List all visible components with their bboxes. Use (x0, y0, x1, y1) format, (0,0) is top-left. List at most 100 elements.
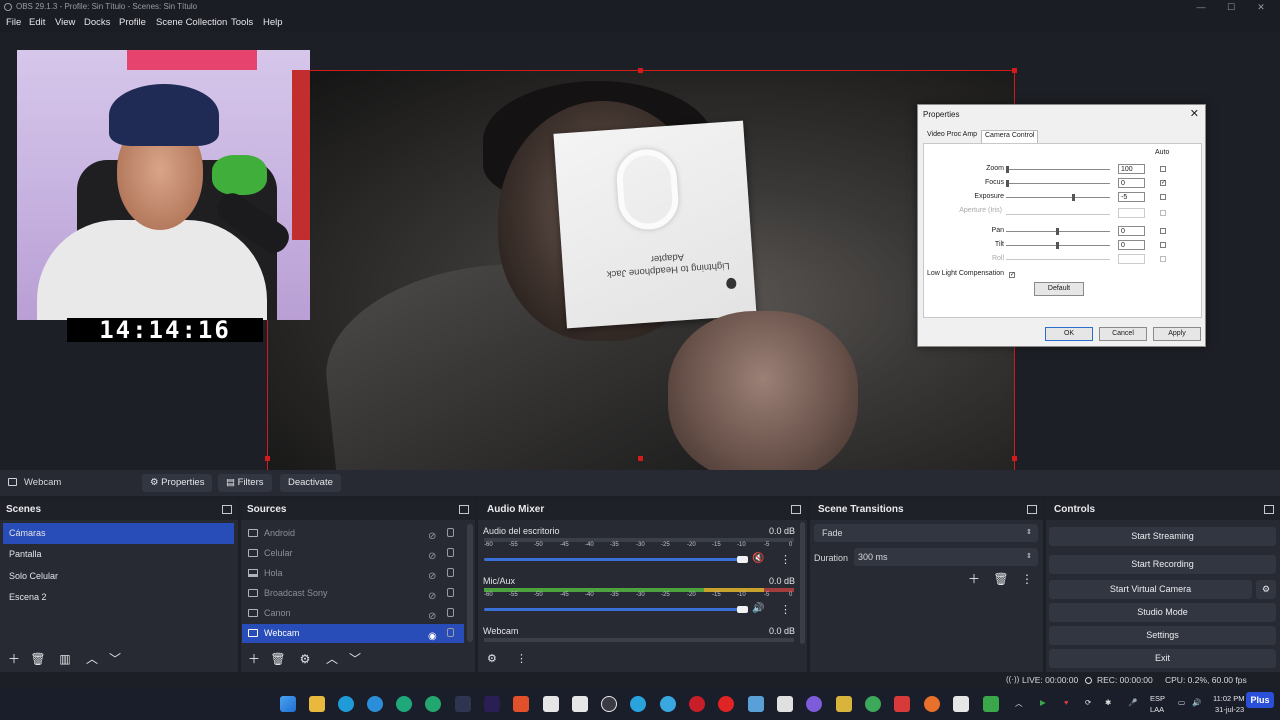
source-item[interactable]: Android ⊘ (242, 524, 464, 543)
scene-filters-icon[interactable]: ▥ (56, 650, 74, 668)
add-transition-icon[interactable]: ＋ (965, 570, 983, 588)
transform-handle[interactable] (1012, 456, 1017, 461)
volume-slider-thumb[interactable] (737, 556, 748, 563)
edge-canary-icon[interactable] (425, 696, 441, 712)
menu-view[interactable]: View (55, 17, 75, 28)
mixer-menu-icon[interactable]: ⋮ (516, 652, 527, 665)
scene-item[interactable]: Escena 2 (3, 587, 234, 608)
edge-beta-icon[interactable] (367, 696, 383, 712)
pan-auto-checkbox[interactable] (1160, 228, 1166, 234)
menu-docks[interactable]: Docks (84, 17, 110, 28)
menu-profile[interactable]: Profile (119, 17, 146, 28)
properties-button[interactable]: ⚙ Properties (142, 474, 213, 492)
default-button[interactable]: Default (1034, 282, 1084, 296)
pan-value[interactable]: 0 (1118, 226, 1145, 236)
zoom-slider-thumb[interactable] (1006, 166, 1009, 173)
lock-icon[interactable] (447, 568, 454, 577)
brave-icon[interactable] (513, 696, 529, 712)
settings-button[interactable]: Settings (1049, 626, 1276, 645)
discord-icon[interactable] (806, 696, 822, 712)
filters-button[interactable]: ▤ Filters (218, 474, 272, 492)
kebab-menu-icon[interactable]: ⋮ (780, 553, 791, 566)
advanced-audio-icon[interactable]: ⚙ (487, 652, 497, 665)
low-light-checkbox[interactable]: ✓ (1009, 272, 1015, 278)
undock-icon[interactable] (1027, 505, 1037, 514)
close-icon[interactable]: ✕ (1190, 107, 1199, 120)
clock-date[interactable]: 31-jul-23 (1215, 705, 1244, 714)
close-window-button[interactable]: ✕ (1246, 0, 1276, 14)
remove-transition-icon[interactable]: 🗑 (992, 570, 1010, 588)
remove-source-icon[interactable]: 🗑 (269, 650, 287, 668)
muted-speaker-icon[interactable]: 🔇 (752, 553, 764, 564)
mixer-scrollbar[interactable] (800, 522, 805, 644)
messenger-icon[interactable] (660, 696, 676, 712)
menu-tools[interactable]: Tools (231, 17, 253, 28)
tray-overflow-icon[interactable]: ︿ (1015, 698, 1023, 709)
transform-handle[interactable] (638, 456, 643, 461)
volume-slider[interactable] (484, 558, 742, 561)
spinner-icon[interactable]: ⇕ (1026, 548, 1032, 566)
duration-input[interactable]: 300 ms ⇕ (854, 548, 1038, 566)
tilt-value[interactable]: 0 (1118, 240, 1145, 250)
maximize-button[interactable]: ☐ (1216, 0, 1246, 14)
tilt-slider-thumb[interactable] (1056, 242, 1059, 249)
undock-icon[interactable] (222, 505, 232, 514)
deactivate-button[interactable]: Deactivate (280, 474, 341, 492)
webcam-source-preview[interactable]: Lightning to Headphone Jack Adapter (267, 70, 1015, 490)
speaker-icon[interactable]: 🔊 (752, 603, 764, 614)
edge-dev-icon[interactable] (396, 696, 412, 712)
tab-camera-control[interactable]: Camera Control (981, 130, 1039, 143)
menu-file[interactable]: File (6, 17, 21, 28)
exit-button[interactable]: Exit (1049, 649, 1276, 668)
obs-taskbar-icon[interactable] (601, 696, 617, 712)
exposure-slider[interactable] (1006, 197, 1110, 198)
transition-select[interactable]: Fade ⇕ (814, 524, 1038, 542)
transform-handle[interactable] (638, 68, 643, 73)
focus-auto-checkbox[interactable]: ✓ (1160, 180, 1166, 186)
source-item[interactable]: Hola ⊘ (242, 564, 464, 583)
move-down-icon[interactable]: ﹀ (346, 650, 364, 668)
menu-edit[interactable]: Edit (29, 17, 45, 28)
add-source-icon[interactable]: ＋ (245, 650, 263, 668)
source-item[interactable]: Celular ⊘ (242, 544, 464, 563)
volume-slider[interactable] (484, 608, 742, 611)
firefox-icon[interactable] (924, 696, 940, 712)
focus-value[interactable]: 0 (1118, 178, 1145, 188)
start-streaming-button[interactable]: Start Streaming (1049, 527, 1276, 546)
tray-shield-icon[interactable]: ♥ (1064, 698, 1068, 707)
lock-icon[interactable] (447, 528, 454, 537)
notion-alt-icon[interactable] (572, 696, 588, 712)
virtual-camera-settings-icon[interactable]: ⚙ (1256, 580, 1276, 599)
drive-icon[interactable] (777, 696, 793, 712)
microphone-tray-icon[interactable]: 🎤 (1128, 698, 1137, 707)
focus-slider-thumb[interactable] (1006, 180, 1009, 187)
start-recording-button[interactable]: Start Recording (1049, 555, 1276, 574)
source-item[interactable]: Webcam ◉ (242, 624, 464, 643)
play-icon[interactable] (983, 696, 999, 712)
exposure-value[interactable]: -5 (1118, 192, 1145, 202)
remove-scene-icon[interactable]: 🗑 (29, 650, 47, 668)
windows-start-icon[interactable] (280, 696, 296, 712)
start-virtual-camera-button[interactable]: Start Virtual Camera (1049, 580, 1252, 599)
undock-icon[interactable] (791, 505, 801, 514)
visible-eye-icon[interactable]: ◉ (428, 627, 437, 646)
edge-icon[interactable] (338, 696, 354, 712)
youtube-music-icon[interactable] (718, 696, 734, 712)
kebab-menu-icon[interactable]: ⋮ (780, 603, 791, 616)
source-properties-icon[interactable]: ⚙ (296, 650, 314, 668)
transform-handle[interactable] (265, 456, 270, 461)
undock-icon[interactable] (459, 505, 469, 514)
focus-slider[interactable] (1006, 183, 1110, 184)
lock-icon[interactable] (447, 628, 454, 637)
source-item[interactable]: Canon ⊘ (242, 604, 464, 623)
pan-slider-thumb[interactable] (1056, 228, 1059, 235)
source-item[interactable]: Broadcast Sony ⊘ (242, 584, 464, 603)
zoom-auto-checkbox[interactable] (1160, 166, 1166, 172)
transition-menu-icon[interactable]: ⋮ (1018, 570, 1036, 588)
studio-mode-button[interactable]: Studio Mode (1049, 603, 1276, 622)
tray-play-icon[interactable]: ▶ (1040, 698, 1046, 707)
file-explorer-icon[interactable] (309, 696, 325, 712)
volume-icon[interactable]: 🔊 (1192, 698, 1201, 707)
tab-video-proc-amp[interactable]: Video Proc Amp (924, 130, 980, 143)
move-up-icon[interactable]: ︿ (323, 650, 341, 668)
